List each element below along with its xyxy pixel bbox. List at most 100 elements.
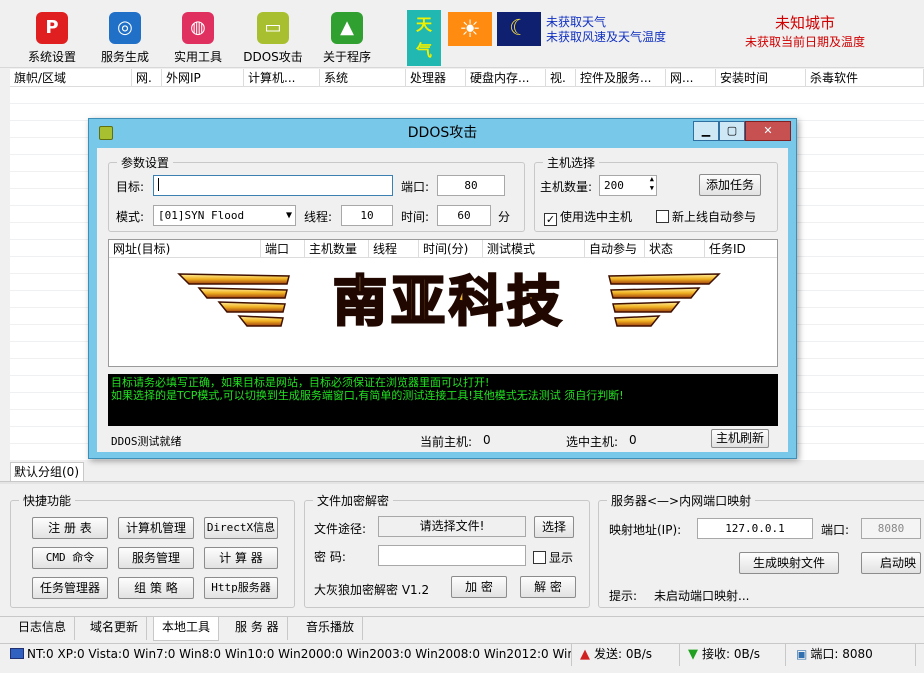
task-manager-button[interactable]: 任务管理器 <box>32 577 108 599</box>
stepper-arrows-icon: ▲ ▼ <box>649 175 654 192</box>
service-management-button[interactable]: 服务管理 <box>118 547 194 569</box>
panel-legend: 快捷功能 <box>19 492 76 509</box>
task-list[interactable]: 网址(目标) 端口 主机数量 线程 时间(分) 测试模式 自动参与 状态 任务I… <box>108 239 778 367</box>
mode-select[interactable]: [01]SYN Flood ▼ <box>153 205 296 226</box>
column-header[interactable]: 系统 <box>320 69 406 87</box>
column-header[interactable]: 外网IP <box>162 69 244 87</box>
file-path-field[interactable]: 请选择文件! <box>378 516 526 537</box>
computer-management-button[interactable]: 计算机管理 <box>118 517 194 539</box>
port-input[interactable]: 80 <box>437 175 505 196</box>
column-header[interactable]: 硬盘内存... <box>466 69 546 87</box>
dialog-title: DDOS攻击 <box>407 125 478 141</box>
column-header[interactable]: 安装时间 <box>716 69 806 87</box>
os-counts: NT:0 XP:0 Vista:0 Win7:0 Win8:0 Win10:0 … <box>27 647 572 661</box>
port-segment: ▣ 端口: 8080 <box>786 644 916 666</box>
current-hosts-value: 0 <box>483 433 491 447</box>
column-header[interactable]: 状态 <box>645 240 705 258</box>
mapping-port-input[interactable]: 8080 <box>861 518 921 539</box>
dialog-body: 参数设置 目标: 端口: 80 模式: [01]SYN Flood ▼ 线程: … <box>97 148 788 452</box>
toolbar-service-generate[interactable]: ◎ 服务生成 <box>85 12 165 66</box>
weather-line: 未获取天气 <box>546 15 607 29</box>
close-button[interactable]: ✕ <box>745 121 791 141</box>
column-header[interactable]: 控件及服务... <box>576 69 666 87</box>
column-header[interactable]: 杀毒软件 <box>806 69 924 87</box>
directx-info-button[interactable]: DirectX信息 <box>204 517 278 539</box>
column-header[interactable]: 自动参与 <box>585 240 645 258</box>
current-hosts-label: 当前主机: <box>420 435 473 449</box>
mapping-address-input[interactable]: 127.0.0.1 <box>697 518 813 539</box>
group-tab-bar <box>0 481 924 484</box>
use-selected-hosts-checkbox[interactable]: ✓ 使用选中主机 <box>544 208 632 226</box>
add-task-button[interactable]: 添加任务 <box>699 174 761 196</box>
upload-arrow-icon: ▲ <box>580 647 590 662</box>
tab-music[interactable]: 音乐播放 <box>298 617 364 640</box>
refresh-hosts-button[interactable]: 主机刷新 <box>711 429 769 448</box>
start-mapping-button[interactable]: 启动映 <box>861 552 921 574</box>
http-server-button[interactable]: Http服务器 <box>204 577 278 599</box>
column-header[interactable]: 网. <box>132 69 162 87</box>
password-field[interactable] <box>378 545 526 566</box>
crypto-version: 大灰狼加密解密 V1.2 <box>314 583 430 597</box>
toolbar-label: DDOS攻击 <box>243 50 303 64</box>
column-header[interactable]: 网... <box>666 69 716 87</box>
group-policy-button[interactable]: 组 策 略 <box>118 577 194 599</box>
port-label: 端口: <box>401 180 430 194</box>
moon-icon: ☾ <box>497 12 541 46</box>
cmd-button[interactable]: CMD 命令 <box>32 547 108 569</box>
toolbar-system-settings[interactable]: P 系统设置 <box>12 12 92 66</box>
calculator-button[interactable]: 计 算 器 <box>204 547 278 569</box>
tab-server[interactable]: 服 务 器 <box>227 617 288 640</box>
tab-local-tools[interactable]: 本地工具 <box>153 617 220 641</box>
pinterest-icon: P <box>36 12 68 44</box>
weather-badge-text: 天气 <box>415 15 432 60</box>
tab-log[interactable]: 日志信息 <box>10 617 76 640</box>
column-header[interactable]: 测试模式 <box>483 240 585 258</box>
threads-label: 线程: <box>304 210 333 224</box>
time-input[interactable]: 60 <box>437 205 491 226</box>
decrypt-button[interactable]: 解 密 <box>520 576 576 598</box>
chevron-down-icon: ▼ <box>285 210 292 221</box>
column-header[interactable]: 旗帜/区域 <box>10 69 132 87</box>
toolbar-ddos-attack[interactable]: ▭ DDOS攻击 <box>233 12 313 66</box>
ddos-status: DDOS测试就绪 <box>111 435 182 448</box>
download-arrow-icon: ▼ <box>688 647 698 662</box>
column-header[interactable]: 时间(分) <box>419 240 483 258</box>
column-header[interactable]: 视. <box>546 69 576 87</box>
minimize-button[interactable]: ▁ <box>693 121 719 141</box>
encrypt-button[interactable]: 加 密 <box>451 576 507 598</box>
show-password-checkbox[interactable]: 显示 <box>533 549 573 566</box>
select-file-button[interactable]: 选择 <box>534 516 574 538</box>
column-header[interactable]: 网址(目标) <box>109 240 261 258</box>
column-header[interactable]: 计算机... <box>244 69 320 87</box>
column-header[interactable]: 线程 <box>369 240 419 258</box>
network-icon: ▣ <box>796 647 808 661</box>
registry-button[interactable]: 注 册 表 <box>32 517 108 539</box>
weather-info: 未获取天气 未获取风速及天气温度 <box>546 15 666 45</box>
column-header[interactable]: 任务ID <box>705 240 777 258</box>
auto-join-checkbox[interactable]: 新上线自动参与 <box>656 208 756 225</box>
generate-mapping-button[interactable]: 生成映射文件 <box>739 552 839 574</box>
ddos-dialog: DDOS攻击 ▁ ▢ ✕ 参数设置 目标: 端口: 80 模式: [01]SYN… <box>88 118 797 459</box>
hint-label: 提示: <box>609 589 638 603</box>
mode-select-value: [01]SYN Flood <box>158 209 245 222</box>
file-path-label: 文件途径: <box>314 522 367 536</box>
group-tab-default[interactable]: 默认分组(0) <box>10 462 84 482</box>
column-header[interactable]: 处理器 <box>406 69 466 87</box>
column-header[interactable]: 主机数量 <box>305 240 369 258</box>
tab-domain-update[interactable]: 域名更新 <box>82 617 148 640</box>
selected-hosts-value: 0 <box>629 433 637 447</box>
toolbar-utilities[interactable]: ◍ 实用工具 <box>158 12 238 66</box>
column-header[interactable]: 端口 <box>261 240 305 258</box>
weather-badge-icon: 天气 <box>407 10 441 66</box>
checkbox-checked-icon: ✓ <box>544 213 557 226</box>
host-count-stepper[interactable]: 200 ▲ ▼ <box>599 175 657 196</box>
main-toolbar: P 系统设置 ◎ 服务生成 ◍ 实用工具 ▭ DDOS攻击 ▲ 关于程序 天气 … <box>0 0 924 68</box>
target-input[interactable] <box>153 175 393 196</box>
panel-legend: 主机选择 <box>543 154 600 171</box>
tree-icon: ▲ <box>331 12 363 44</box>
maximize-button[interactable]: ▢ <box>719 121 745 141</box>
right-wing-icon <box>608 273 721 327</box>
threads-input[interactable]: 10 <box>341 205 393 226</box>
recv-rate: 接收: 0B/s <box>702 647 761 661</box>
toolbar-about[interactable]: ▲ 关于程序 <box>307 12 387 66</box>
